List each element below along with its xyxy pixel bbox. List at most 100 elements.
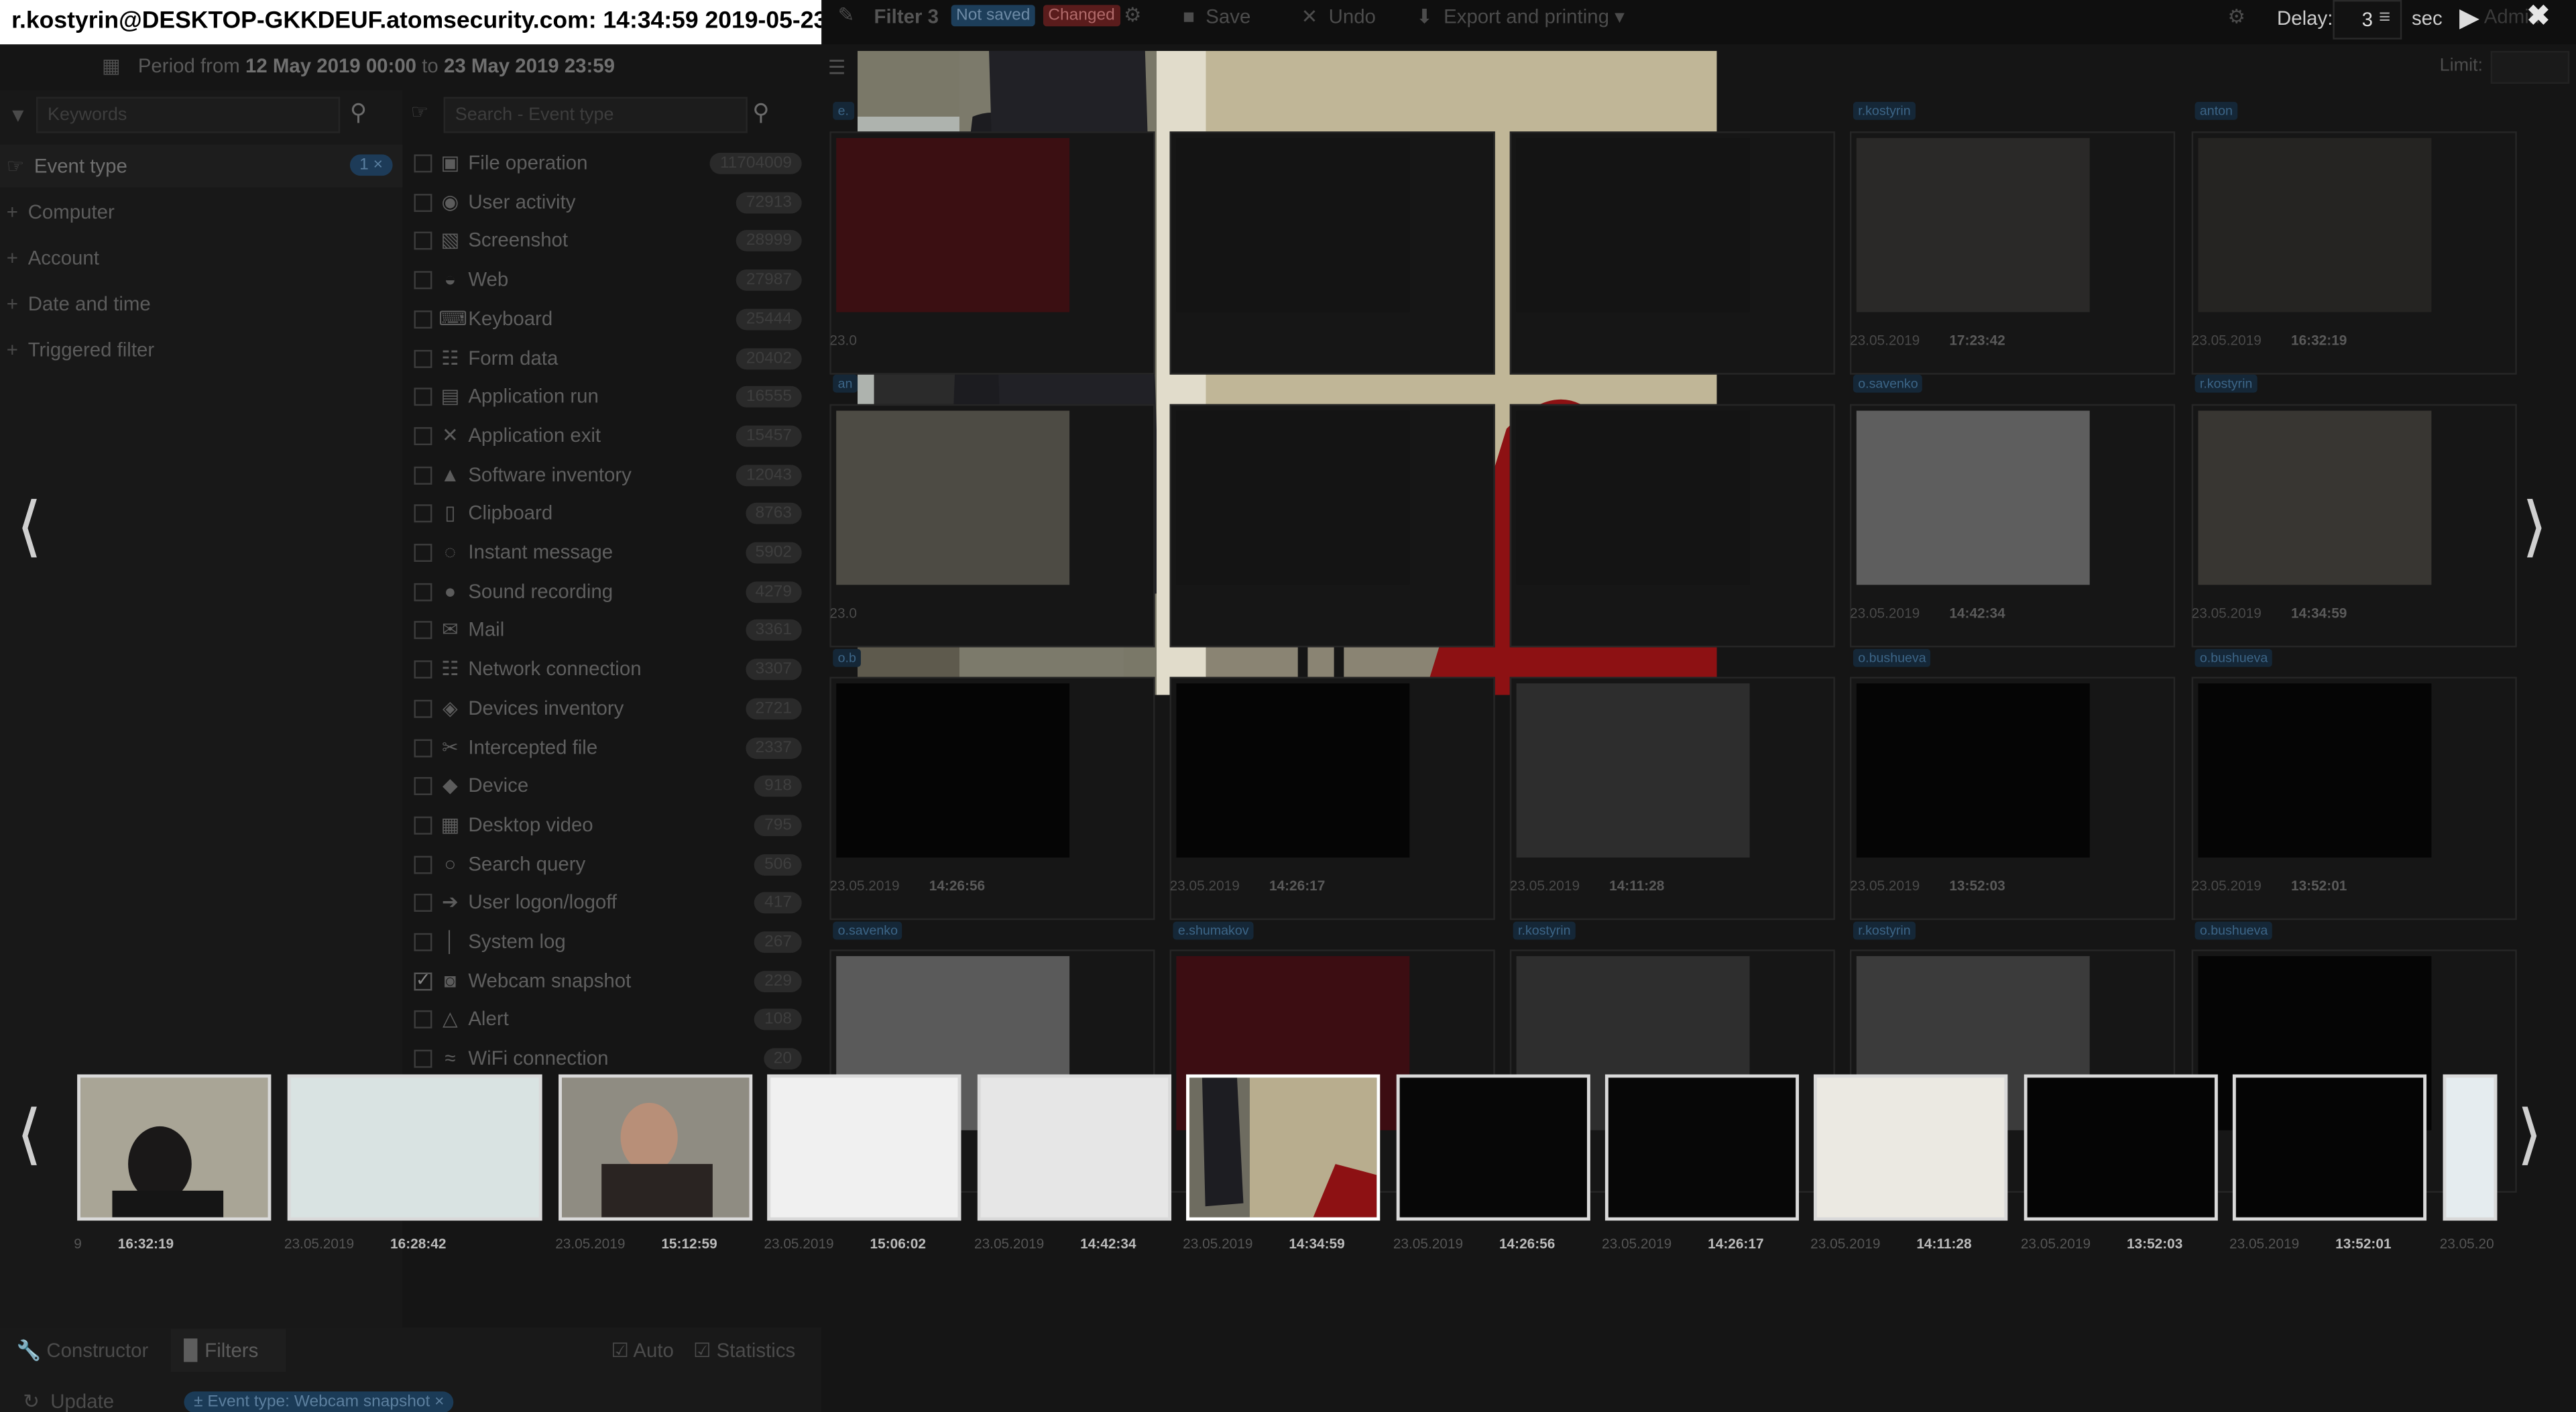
user-tag[interactable]: e.shumakov — [1173, 921, 1254, 940]
user-tag[interactable]: o.b — [833, 648, 862, 667]
event-type-checkbox[interactable] — [414, 855, 432, 874]
snapshot-thumbnail[interactable] — [2198, 683, 2432, 858]
snapshot-thumbnail[interactable] — [1856, 410, 2090, 585]
event-type-checkbox[interactable] — [414, 583, 432, 601]
snapshot-thumbnail[interactable] — [836, 683, 1070, 858]
active-filter-chip[interactable]: ± Event type: Webcam snapshot × — [184, 1391, 455, 1412]
snapshot-thumbnail[interactable] — [1856, 683, 2090, 858]
nav-row-event-type[interactable]: ☞ Event type 1 × — [0, 144, 403, 188]
snapshot-thumbnail[interactable] — [1176, 137, 1410, 312]
snapshot-thumbnail[interactable] — [1176, 410, 1410, 585]
user-tag[interactable]: r.kostyrin — [1513, 921, 1576, 940]
keywords-search-icon[interactable]: ⚲ — [350, 99, 367, 127]
nav-row-computer[interactable]: + Computer — [0, 190, 402, 233]
user-tag[interactable]: r.kostyrin — [2194, 374, 2258, 393]
grid-cell[interactable] — [1169, 404, 1495, 648]
delay-list-icon[interactable]: ≡ — [2379, 5, 2390, 27]
next-event-arrow-icon[interactable]: ⟩ — [2522, 489, 2547, 565]
event-type-checkbox[interactable] — [414, 777, 432, 796]
event-type-row[interactable]: ▦ Desktop video 795 — [411, 810, 805, 846]
filmstrip-thumbnail[interactable] — [1396, 1074, 1590, 1221]
filmstrip-next-arrow-icon[interactable]: ⟩ — [2517, 1098, 2542, 1173]
event-type-checkbox[interactable] — [414, 816, 432, 835]
event-type-row[interactable]: ▯ Clipboard 8763 — [411, 498, 805, 534]
event-type-row[interactable]: ☷ Network connection 3307 — [411, 654, 805, 690]
event-type-checkbox[interactable] — [414, 154, 432, 173]
event-type-row[interactable]: ▣ File operation 11704009 — [411, 148, 805, 184]
event-type-checkbox[interactable] — [414, 738, 432, 757]
event-type-search-input[interactable]: Search - Event type — [443, 97, 748, 133]
nav-row-triggered-filter[interactable]: + Triggered filter — [0, 329, 402, 371]
user-tag[interactable]: o.savenko — [1853, 374, 1923, 393]
constructor-tab[interactable]: 🔧 Constructor — [17, 1339, 149, 1362]
filmstrip-thumbnail[interactable] — [77, 1074, 272, 1221]
event-type-row[interactable]: △ Alert 108 — [411, 1004, 805, 1041]
event-type-checkbox[interactable] — [414, 660, 432, 679]
event-type-row[interactable]: ▧ Screenshot 28999 — [411, 226, 805, 262]
event-type-checkbox[interactable] — [414, 271, 432, 290]
close-icon[interactable]: ✖ — [2526, 0, 2550, 33]
filmstrip-thumbnail[interactable] — [767, 1074, 961, 1221]
event-type-row[interactable]: ▤ Application run 16555 — [411, 381, 805, 418]
undo-button[interactable]: ✕ Undo — [1301, 5, 1376, 27]
list-view-icon[interactable]: ☰ — [828, 56, 845, 78]
event-type-row[interactable]: ✕ Application exit 15457 — [411, 420, 805, 457]
filmstrip-thumbnail[interactable] — [559, 1074, 753, 1221]
event-type-row[interactable]: ◌ Instant message 5902 — [411, 537, 805, 573]
filters-tab[interactable]: ▉ Filters — [184, 1339, 258, 1362]
grid-cell[interactable] — [1169, 131, 1495, 375]
snapshot-thumbnail[interactable] — [1516, 410, 1750, 585]
event-type-checkbox[interactable] — [414, 933, 432, 951]
period-range[interactable]: Period from 12 May 2019 00:00 to 23 May … — [138, 54, 615, 77]
filmstrip-thumbnail[interactable] — [977, 1074, 1172, 1221]
keywords-input[interactable]: Keywords — [36, 97, 341, 133]
event-type-checkbox[interactable] — [414, 969, 432, 990]
export-button[interactable]: ⬇ Export and printing ▾ — [1416, 5, 1625, 27]
event-type-row[interactable]: ◆ Device 918 — [411, 771, 805, 807]
snapshot-thumbnail[interactable] — [2198, 410, 2432, 585]
user-tag[interactable]: o.bushueva — [1853, 648, 1931, 667]
event-type-checkbox[interactable] — [414, 894, 432, 913]
filter-edit-icon[interactable]: ✎ — [838, 3, 855, 26]
event-type-row[interactable]: ✉ Mail 3361 — [411, 615, 805, 651]
prev-event-arrow-icon[interactable]: ⟨ — [17, 489, 42, 565]
snapshot-thumbnail[interactable] — [2198, 137, 2432, 312]
snapshot-thumbnail[interactable] — [836, 410, 1070, 585]
filmstrip-thumbnail[interactable] — [2443, 1074, 2498, 1221]
event-type-checkbox[interactable] — [414, 622, 432, 640]
user-tag[interactable]: an — [833, 374, 858, 393]
snapshot-thumbnail[interactable] — [1176, 683, 1410, 858]
event-type-row[interactable]: │ System log 267 — [411, 927, 805, 963]
filmstrip-thumbnail[interactable] — [2024, 1074, 2218, 1221]
nav-row-date-and-time[interactable]: + Date and time — [0, 282, 402, 325]
event-type-checkbox[interactable] — [414, 544, 432, 562]
grid-cell[interactable] — [829, 131, 1155, 375]
event-type-checkbox[interactable] — [414, 388, 432, 406]
update-button[interactable]: ↻ Update — [23, 1390, 114, 1412]
event-type-row[interactable]: ◈ Devices inventory 2721 — [411, 693, 805, 729]
event-type-checkbox[interactable] — [414, 465, 432, 484]
snapshot-thumbnail[interactable] — [1516, 137, 1750, 312]
calendar-icon[interactable]: ▦ — [102, 54, 121, 77]
event-type-checkbox[interactable] — [414, 232, 432, 251]
save-button[interactable]: ■ Save — [1183, 5, 1250, 27]
user-tag[interactable]: o.bushueva — [2194, 648, 2273, 667]
event-type-row[interactable]: ⌨ Keyboard 25444 — [411, 304, 805, 340]
filmstrip-thumbnail[interactable] — [2232, 1074, 2427, 1221]
event-type-search-icon[interactable]: ⚲ — [752, 99, 769, 127]
filmstrip-thumbnail[interactable] — [287, 1074, 542, 1221]
event-type-row[interactable]: ☷ Form data 20402 — [411, 343, 805, 379]
limit-input[interactable] — [2490, 50, 2570, 84]
filmstrip-thumbnail[interactable] — [1814, 1074, 2008, 1221]
filmstrip-thumbnail[interactable] — [1604, 1074, 1800, 1221]
event-type-checkbox[interactable] — [414, 349, 432, 367]
event-type-checkbox[interactable] — [414, 1049, 432, 1068]
grid-cell[interactable] — [1509, 131, 1835, 375]
settings-icon[interactable]: ⚙ — [2228, 5, 2245, 27]
nav-count-badge[interactable]: 1 × — [349, 154, 393, 176]
event-type-row[interactable]: ▲ Software inventory 12043 — [411, 459, 805, 495]
play-icon[interactable]: ▶ — [2459, 1, 2479, 34]
event-type-row[interactable]: ➔ User logon/logoff 417 — [411, 888, 805, 924]
event-type-row[interactable]: ○ Search query 506 — [411, 849, 805, 885]
user-tag[interactable]: o.bushueva — [2194, 921, 2273, 940]
